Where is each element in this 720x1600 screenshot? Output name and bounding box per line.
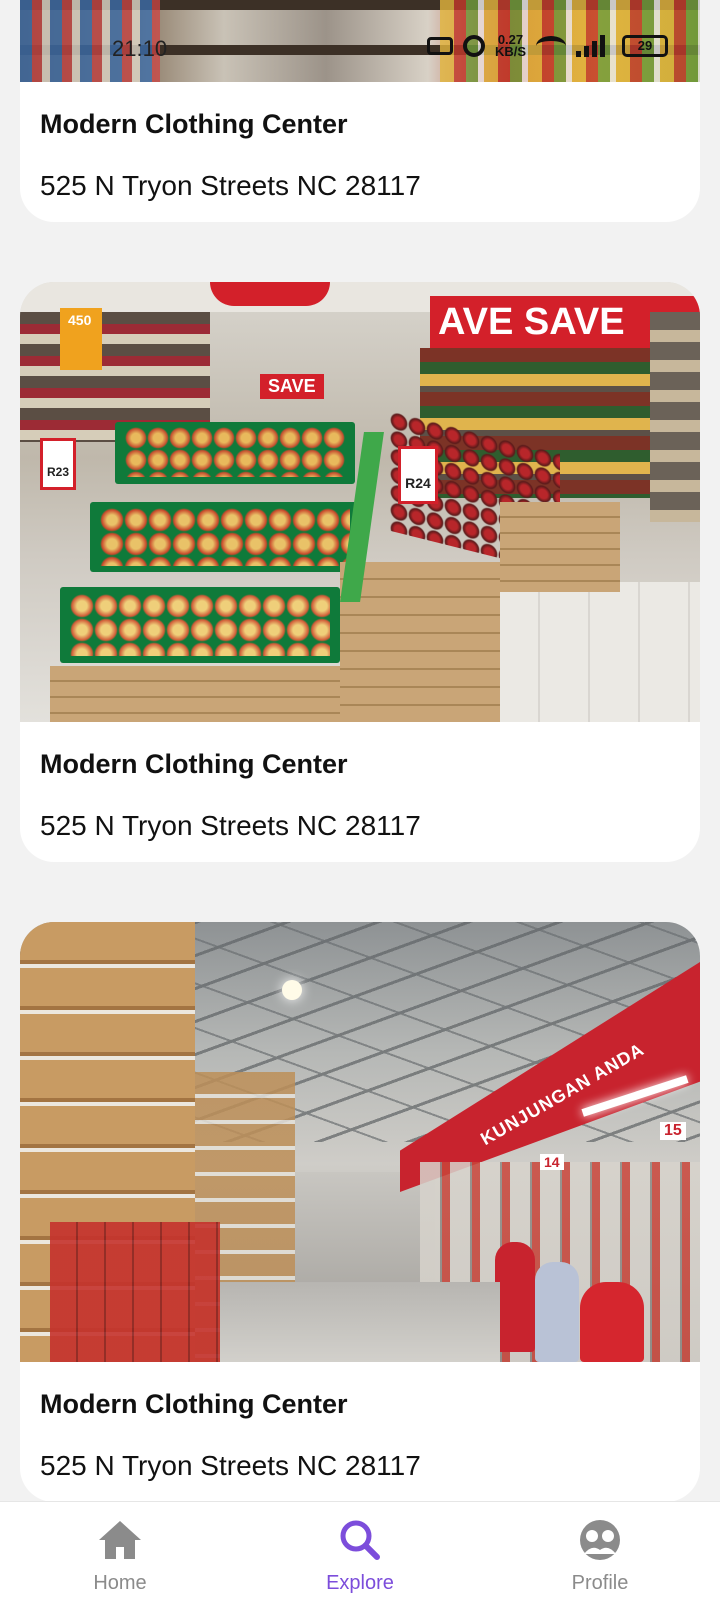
status-bar: 21:10 0.27 KB/S 29 [0,30,720,70]
store-image: KUNJUNGAN ANDA 14 15 [20,922,700,1362]
home-icon [96,1516,144,1564]
status-icons: 0.27 KB/S 29 [426,33,668,59]
save-banner-text-1: AVE [438,301,514,343]
price-tag-r24: R24 [405,475,431,491]
price-tag-450: 450 [68,312,92,328]
save-sign-text: SAVE [268,376,316,396]
store-image: AVE SAVE SAVE 450 R24 R23 [20,282,700,722]
battery-icon: 29 [622,35,668,57]
signal-icon [576,35,612,57]
wifi-icon [536,36,566,56]
battery-level: 29 [637,38,653,53]
store-name: Modern Clothing Center [40,749,348,779]
explore-screen: 21:10 0.27 KB/S 29 Modern Clothing Cente… [0,0,720,1600]
network-speed-unit: KB/S [494,44,526,59]
nav-explore-label: Explore [326,1572,394,1594]
save-banner-text-2: SAVE [523,301,625,343]
nav-profile[interactable]: Profile [480,1502,720,1600]
nav-home-label: Home [93,1572,147,1594]
nav-explore[interactable]: Explore [240,1502,480,1600]
store-name: Modern Clothing Center [40,109,348,139]
price-tag-r23: R23 [46,465,69,479]
store-address: 525 N Tryon Streets NC 28117 [40,1450,421,1481]
nfc-icon [426,37,453,55]
profile-icon [576,1516,624,1564]
alarm-icon [462,35,485,57]
status-time: 21:10 [112,36,168,61]
nav-profile-label: Profile [571,1572,629,1594]
store-address: 525 N Tryon Streets NC 28117 [40,170,421,201]
aisle-number-15: 15 [660,1122,686,1140]
search-icon [336,1516,384,1564]
aisle-number-14: 14 [540,1154,564,1170]
store-name: Modern Clothing Center [40,1389,348,1419]
bottom-navigation: Home Explore Profile [0,1501,720,1600]
store-card[interactable]: KUNJUNGAN ANDA 14 15 Modern Clothing Cen… [20,922,700,1502]
store-address: 525 N Tryon Streets NC 28117 [40,810,421,841]
store-card[interactable]: AVE SAVE SAVE 450 R24 R23 Modern Clothin… [20,282,700,862]
nav-home[interactable]: Home [0,1502,240,1600]
save-sign: SAVE [260,374,324,399]
network-speed: 0.27 KB/S [494,33,526,59]
